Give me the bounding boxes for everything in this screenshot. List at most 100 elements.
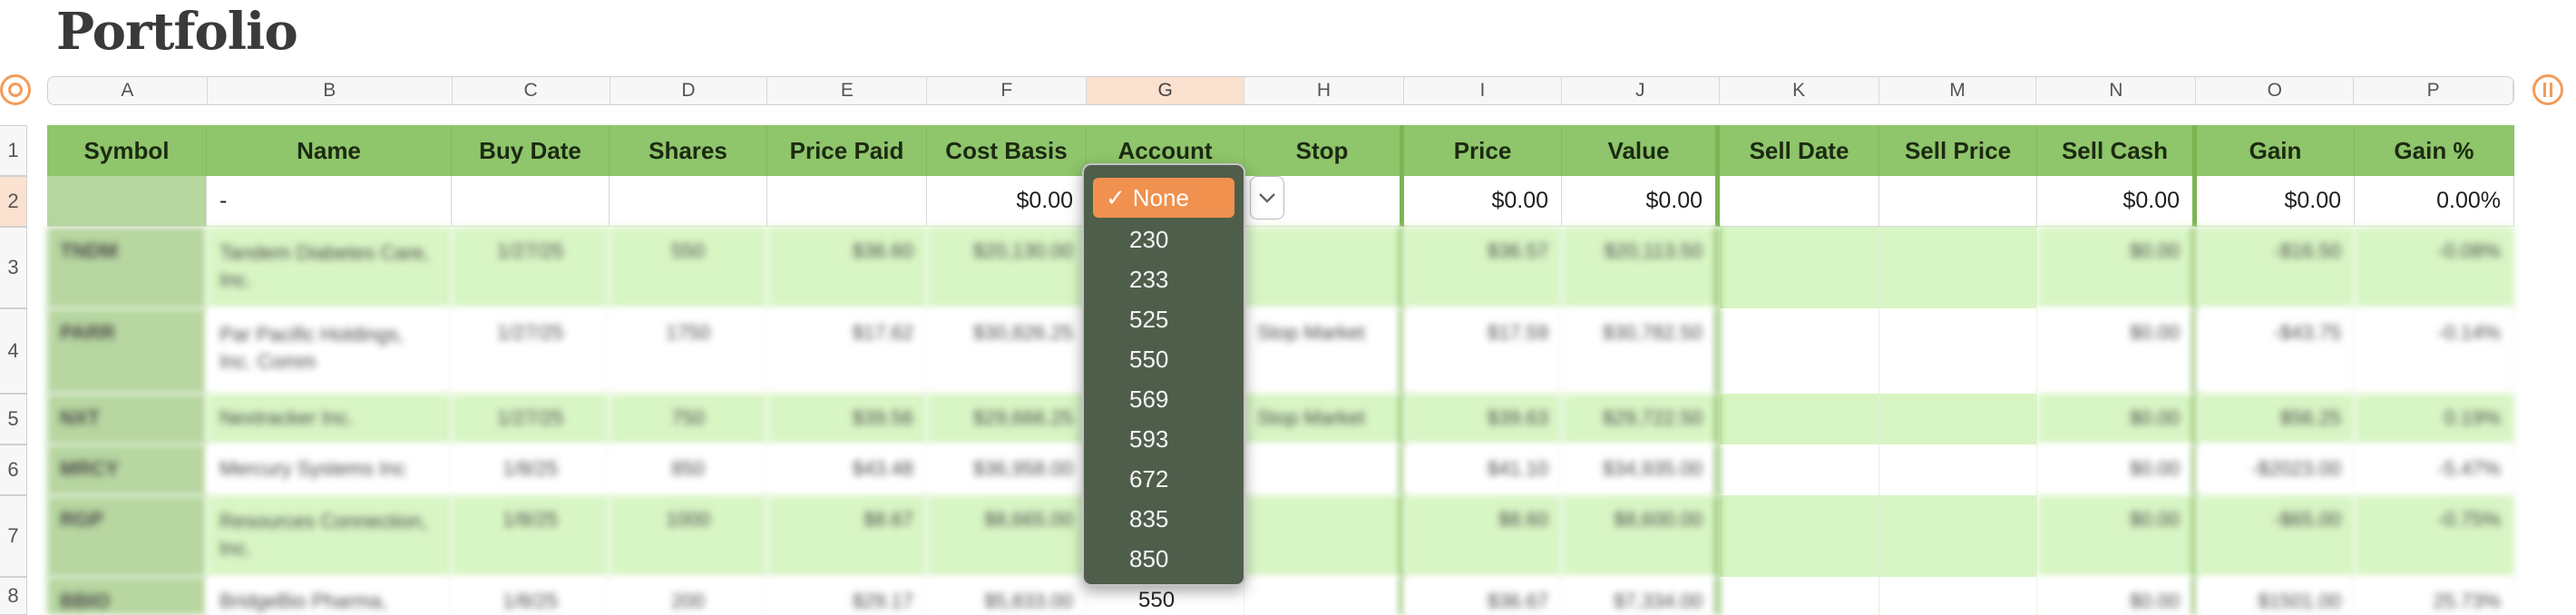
cell-gain-pct[interactable]: 0.19% [2355,394,2514,444]
cell-cost-basis[interactable]: $5,833.00 [927,577,1087,615]
dropdown-option[interactable]: 593 [1084,419,1244,459]
cell-sell-price[interactable] [1879,394,2037,444]
cell-price[interactable]: $36.67 [1404,577,1562,615]
cell-stop[interactable] [1244,227,1404,308]
cell-sell-cash[interactable]: $0.00 [2037,227,2197,308]
row-number-1[interactable]: 1 [0,125,27,176]
cell-price[interactable]: $8.60 [1404,495,1562,577]
table-select-handle[interactable] [0,74,31,105]
cell-value[interactable]: $29,722.50 [1562,394,1720,444]
cell-gain[interactable]: -$43.75 [2197,308,2355,394]
cell-price-paid[interactable]: $43.48 [767,444,927,495]
cell-symbol[interactable]: RGP [47,495,207,577]
cell-sell-date[interactable] [1720,495,1879,577]
row-number-8[interactable]: 8 [0,577,27,615]
cell-gain-pct[interactable]: 25.73% [2355,577,2514,615]
cell-symbol[interactable]: NXT [47,394,207,444]
cell-sell-cash[interactable]: $0.00 [2037,308,2197,394]
cell-sell-cash[interactable]: $0.00 [2037,577,2197,615]
cell-gain[interactable]: $56.25 [2197,394,2355,444]
column-letter-b[interactable]: B [208,77,453,104]
cell-symbol[interactable]: PARR [47,308,207,394]
header-symbol[interactable]: Symbol [47,125,207,176]
cell-buy-date[interactable]: 1/8/25 [452,444,610,495]
column-letter-o[interactable]: O [2196,77,2355,104]
dropdown-option[interactable]: 233 [1084,259,1244,299]
header-sell-price[interactable]: Sell Price [1879,125,2037,176]
cell-stop[interactable] [1244,444,1404,495]
cell-symbol[interactable] [47,176,207,227]
cell-price[interactable]: $0.00 [1404,176,1562,227]
column-letter-e[interactable]: E [767,77,928,104]
column-letter-k[interactable]: K [1720,77,1879,104]
cell-sell-price[interactable] [1879,444,2037,495]
chevron-down-icon[interactable] [1250,176,1284,220]
cell-buy-date[interactable]: 1/27/25 [452,308,610,394]
cell-sell-date[interactable] [1720,227,1879,308]
cell-shares[interactable]: 750 [610,394,767,444]
cell-shares[interactable]: 1750 [610,308,767,394]
cell-shares[interactable]: 550 [610,227,767,308]
cell-value[interactable]: $0.00 [1562,176,1720,227]
cell-sell-price[interactable] [1879,308,2037,394]
cell-gain[interactable]: $1501.00 [2197,577,2355,615]
dropdown-option-none[interactable]: ✓ None [1093,178,1234,218]
column-letter-i[interactable]: I [1404,77,1562,104]
column-letter-j[interactable]: J [1562,77,1720,104]
header-sell-date[interactable]: Sell Date [1720,125,1879,176]
column-letter-c[interactable]: C [453,77,610,104]
cell-cost-basis[interactable]: $8,665.00 [927,495,1087,577]
cell-value[interactable]: $8,600.00 [1562,495,1720,577]
row-number-2[interactable]: 2 [0,176,27,227]
cell-value[interactable]: $30,782.50 [1562,308,1720,394]
cell-sell-cash[interactable]: $0.00 [2037,444,2197,495]
cell-sell-date[interactable] [1720,176,1879,227]
cell-stop[interactable] [1244,577,1404,615]
column-letter-n[interactable]: N [2036,77,2197,104]
column-letter-h[interactable]: H [1244,77,1404,104]
header-cost-basis[interactable]: Cost Basis [927,125,1087,176]
header-buy-date[interactable]: Buy Date [452,125,610,176]
cell-name[interactable]: Tandem Diabetes Care, Inc. [207,227,452,308]
cell-gain-pct[interactable]: -0.14% [2355,308,2514,394]
cell-gain[interactable]: $0.00 [2197,176,2355,227]
cell-sell-date[interactable] [1720,308,1879,394]
header-sell-cash[interactable]: Sell Cash [2037,125,2197,176]
cell-value[interactable]: $7,334.00 [1562,577,1720,615]
header-name[interactable]: Name [207,125,452,176]
cell-cost-basis[interactable]: $20,130.00 [927,227,1087,308]
cell-value[interactable]: $34,935.00 [1562,444,1720,495]
cell-buy-date[interactable]: 1/8/25 [452,495,610,577]
cell-sell-cash[interactable]: $0.00 [2037,394,2197,444]
column-letter-f[interactable]: F [927,77,1088,104]
cell-shares[interactable]: 200 [610,577,767,615]
cell-gain[interactable]: -$16.50 [2197,227,2355,308]
cell-sell-price[interactable] [1879,495,2037,577]
cell-stop[interactable]: Stop Market [1244,308,1404,394]
cell-gain-pct[interactable]: 0.00% [2355,176,2514,227]
cell-stop[interactable] [1244,495,1404,577]
cell-price-paid[interactable]: $29.17 [767,577,927,615]
cell-value[interactable]: $20,113.50 [1562,227,1720,308]
cell-sell-date[interactable] [1720,444,1879,495]
cell-sell-price[interactable] [1879,227,2037,308]
cell-symbol[interactable]: MRCY [47,444,207,495]
column-pause-handle[interactable] [2532,74,2563,105]
cell-buy-date[interactable] [452,176,610,227]
header-gain[interactable]: Gain [2197,125,2355,176]
cell-sell-date[interactable] [1720,577,1879,615]
cell-name[interactable]: Resources Connection, Inc. [207,495,452,577]
cell-gain[interactable]: -$2023.00 [2197,444,2355,495]
cell-price-paid[interactable]: $36.60 [767,227,927,308]
cell-gain-pct[interactable]: -5.47% [2355,444,2514,495]
cell-buy-date[interactable]: 1/27/25 [452,394,610,444]
cell-name[interactable]: BridgeBio Pharma, [207,577,452,615]
header-value[interactable]: Value [1562,125,1720,176]
dropdown-option[interactable]: 850 [1084,539,1244,579]
cell-gain-pct[interactable]: -0.08% [2355,227,2514,308]
row-number-3[interactable]: 3 [0,227,27,308]
cell-buy-date[interactable]: 1/27/25 [452,227,610,308]
cell-cost-basis[interactable]: $36,958.00 [927,444,1087,495]
cell-shares[interactable]: 1000 [610,495,767,577]
cell-symbol[interactable]: BBIO [47,577,207,615]
